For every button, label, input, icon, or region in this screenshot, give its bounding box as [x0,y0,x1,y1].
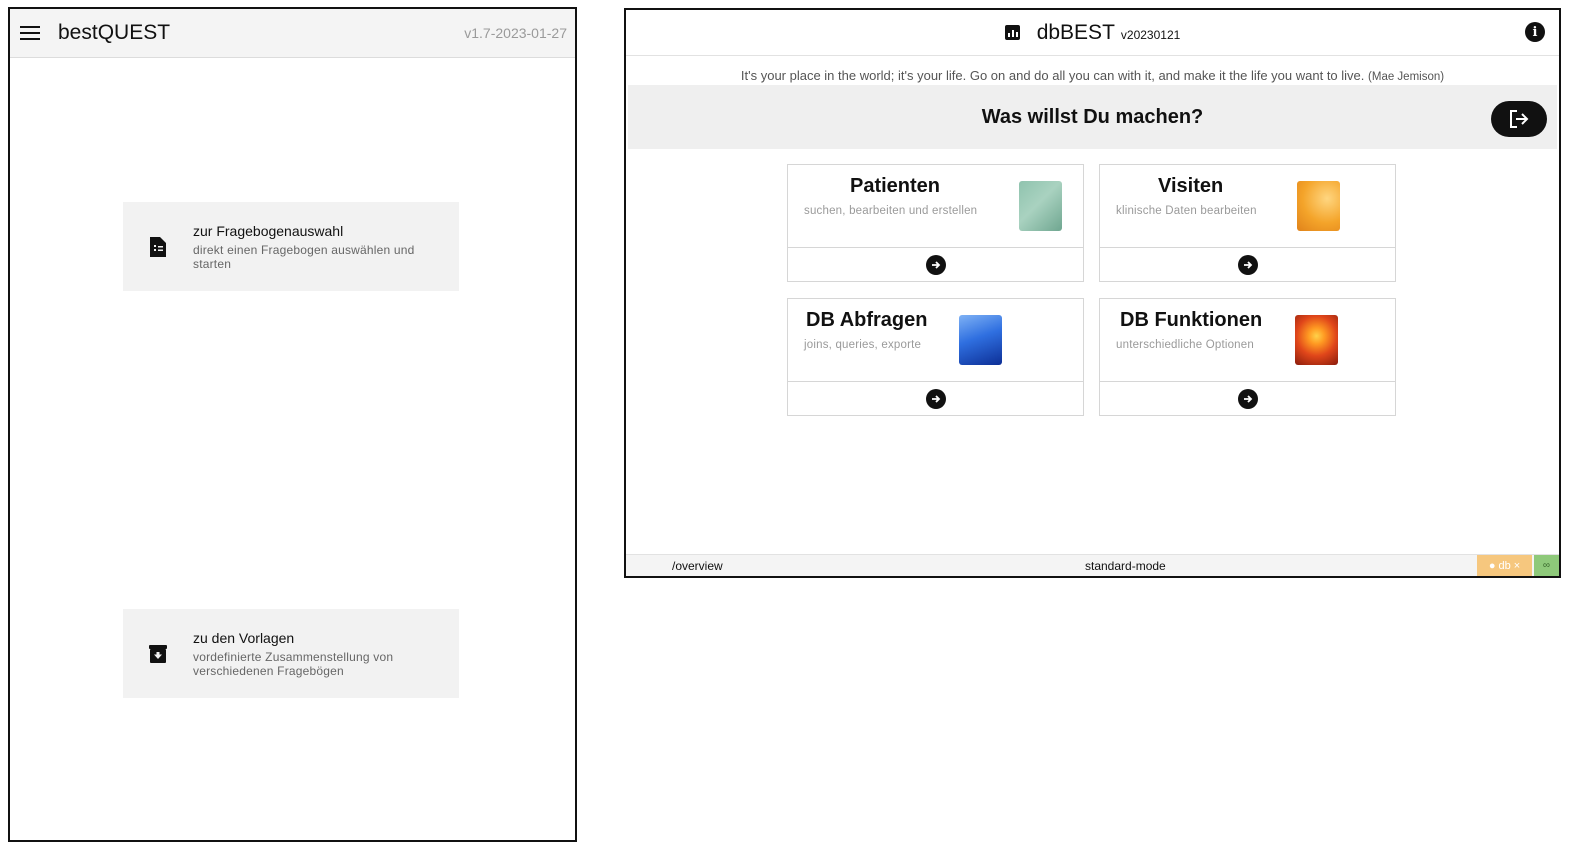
tile-subtitle: unterschiedliche Optionen [1116,339,1254,351]
dbbest-window: dbBEST v20230121 i It's your place in th… [624,8,1561,578]
tile-db-funktionen: DB Funktionen unterschiedliche Optionen [1099,298,1396,416]
green-marble-thumbnail [1019,181,1062,231]
logout-icon [1510,110,1529,128]
card-title: zur Fragebogenauswahl [193,222,344,239]
page-heading: Was willst Du machen? [981,105,1204,128]
go-arrow-button[interactable] [925,389,946,409]
blue-wave-thumbnail [959,315,1002,365]
app-toolbar: bestQUEST v1.7-2023-01-27 [10,9,575,58]
hamburger-menu-icon[interactable] [20,26,40,40]
tile-title: DB Abfragen [806,309,928,331]
tile-patienten: Patienten suchen, bearbeiten und erstell… [787,164,1084,282]
app-version: v1.7-2023-01-27 [464,25,567,41]
app-title: bestQUEST [58,21,171,44]
tile-subtitle: joins, queries, exporte [804,339,922,351]
sunset-thumbnail [1295,315,1338,365]
action-banner: Was willst Du machen? [628,85,1557,149]
card-subtitle: vordefinierte Zusammenstellung von versc… [193,649,394,678]
tile-visiten: Visiten klinische Daten bearbeiten [1099,164,1396,282]
templates-card[interactable]: zu den Vorlagen vordefinierte Zusammenst… [123,609,459,698]
tile-title: DB Funktionen [1120,309,1263,331]
info-icon[interactable]: i [1525,22,1545,42]
quote-author: (Mae Jemison) [1368,71,1445,83]
orange-slice-thumbnail [1297,181,1340,231]
questionnaire-selection-card[interactable]: zur Fragebogenauswahl direkt einen Frage… [123,202,459,291]
route-path: /overview [672,559,723,573]
logout-button[interactable] [1491,101,1547,137]
status-bar: /overview standard-mode ● db × ∞ [626,554,1559,576]
app-title: dbBEST [1036,20,1115,44]
app-version: v20230121 [1120,27,1181,42]
tile-title: Patienten [850,175,941,197]
link-icon[interactable]: ∞ [1534,555,1559,576]
db-connection-chip[interactable]: ● db × [1477,555,1532,576]
archive-icon [123,644,193,663]
quote-text: It's your place in the world; it's your … [740,68,1365,83]
db-label: db [1498,559,1511,572]
card-title: zu den Vorlagen [193,629,295,646]
go-arrow-button[interactable] [1237,389,1258,409]
quote: It's your place in the world; it's your … [626,68,1559,84]
tile-db-abfragen: DB Abfragen joins, queries, exporte [787,298,1084,416]
app-header: dbBEST v20230121 i [626,10,1559,56]
user-icon: ● [1488,559,1496,572]
bar-chart-icon [1004,24,1020,40]
go-arrow-button[interactable] [1237,255,1258,275]
close-icon[interactable]: × [1514,560,1520,572]
tile-subtitle: klinische Daten bearbeiten [1116,205,1257,217]
go-arrow-button[interactable] [925,255,946,275]
bestquest-window: bestQUEST v1.7-2023-01-27 zur Fragebogen… [8,7,577,842]
tile-title: Visiten [1158,175,1224,197]
document-icon [123,236,193,257]
tile-subtitle: suchen, bearbeiten und erstellen [804,205,978,217]
card-subtitle: direkt einen Fragebogen auswählen und st… [193,242,415,271]
mode-label: standard-mode [1085,559,1166,573]
